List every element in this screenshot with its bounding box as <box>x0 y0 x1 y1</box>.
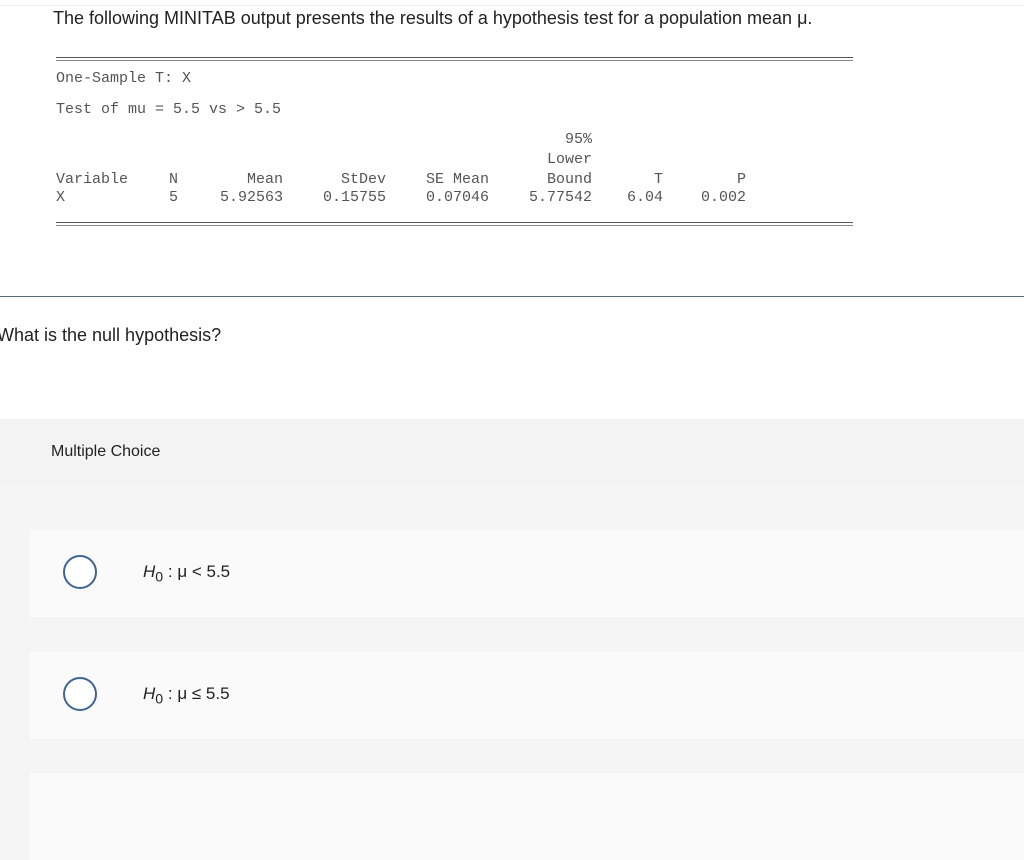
header-mean: Mean <box>246 171 283 188</box>
divider <box>0 5 1024 6</box>
radio-button[interactable] <box>63 677 97 711</box>
problem-intro: The following MINITAB output presents th… <box>53 8 813 28</box>
choice-label: H0 : μ ≤ 5.5 <box>143 684 230 708</box>
divider <box>56 57 853 61</box>
header-p: P <box>736 171 746 188</box>
header-bound: Lower <box>546 151 592 168</box>
header-t: T <box>653 171 663 188</box>
cell-bound: 5.77542 <box>528 189 592 206</box>
section-label: Multiple Choice <box>51 443 161 460</box>
header-bound: Bound <box>546 171 592 188</box>
cell-p: 0.002 <box>700 189 746 206</box>
divider <box>56 222 853 226</box>
question-text: What is the null hypothesis? <box>0 325 222 345</box>
choice-option[interactable] <box>30 773 1024 860</box>
radio-button[interactable] <box>63 555 97 589</box>
cell-semean: 0.07046 <box>425 189 489 206</box>
header-stdev: StDev <box>340 171 386 188</box>
cell-t: 6.04 <box>626 189 663 206</box>
choice-option[interactable]: H0 : μ ≤ 5.5 <box>30 652 1024 739</box>
cell-stdev: 0.15755 <box>322 189 386 206</box>
cell-n: 5 <box>168 189 178 206</box>
question-area <box>0 297 1024 419</box>
output-title: One-Sample T: X <box>56 70 192 87</box>
problem-panel: The following MINITAB output presents th… <box>0 0 1024 297</box>
header-variable: Variable <box>56 171 129 188</box>
cell-variable: X <box>56 189 66 206</box>
header-semean: SE Mean <box>425 171 489 188</box>
header-bound: 95% <box>564 131 592 148</box>
choice-label: H0 : μ < 5.5 <box>143 562 231 586</box>
cell-mean: 5.92563 <box>219 189 283 206</box>
output-test: Test of mu = 5.5 vs > 5.5 <box>56 101 282 118</box>
header-n: N <box>168 171 178 188</box>
choice-option[interactable]: H0 : μ < 5.5 <box>30 530 1024 617</box>
